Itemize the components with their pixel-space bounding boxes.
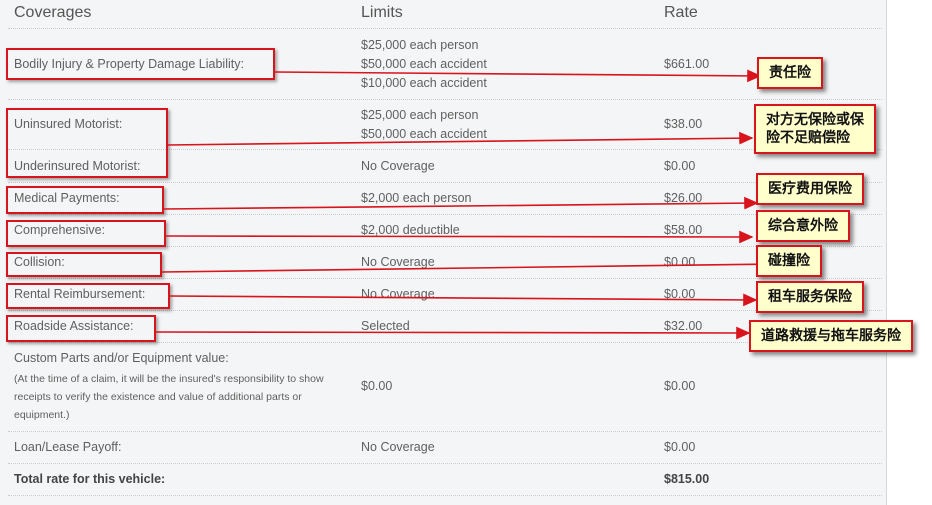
custom-parts-note: (At the time of a claim, it will be the … — [14, 373, 324, 385]
row-divider — [8, 278, 882, 279]
highlight-box-comprehensive — [6, 220, 166, 247]
limit-value: No Coverage — [361, 159, 435, 173]
annotation-medical: 医疗费用保险 — [756, 173, 864, 205]
highlight-box-collision — [6, 252, 162, 277]
limit-value: $10,000 each accident — [361, 76, 487, 90]
annotation-line: 险不足赔偿险 — [766, 130, 850, 146]
rate-value: $32.00 — [664, 319, 703, 333]
row-divider — [8, 495, 882, 496]
highlight-box-medical — [6, 186, 164, 214]
limit-value: No Coverage — [361, 255, 435, 269]
limit-value: $0.00 — [361, 379, 393, 393]
limit-value: $50,000 each accident — [361, 57, 487, 71]
highlight-box-rental — [6, 283, 170, 309]
custom-parts-note: equipment.) — [14, 409, 70, 421]
limit-value: No Coverage — [361, 440, 435, 454]
limit-value: $2,000 deductible — [361, 223, 460, 237]
rate-value: $0.00 — [664, 440, 696, 454]
row-divider — [8, 99, 882, 100]
header-coverages: Coverages — [14, 4, 92, 21]
limit-value: $50,000 each accident — [361, 127, 487, 141]
rate-value: $661.00 — [664, 57, 710, 71]
rate-value: $0.00 — [664, 159, 696, 173]
annotation-comprehensive: 综合意外险 — [756, 210, 850, 242]
row-divider — [8, 182, 882, 183]
rate-value: $58.00 — [664, 223, 703, 237]
row-divider — [8, 463, 882, 464]
custom-parts-note: receipts to verify the existence and val… — [14, 391, 302, 403]
row-divider — [8, 28, 882, 29]
row-divider — [8, 431, 882, 432]
limit-value: $25,000 each person — [361, 38, 479, 52]
coverage-label-custom-parts: Custom Parts and/or Equipment value: — [14, 351, 229, 365]
annotation-motorist: 对方无保险或保 险不足赔偿险 — [754, 104, 876, 154]
header-limits: Limits — [361, 4, 403, 21]
highlight-box-bodily-injury — [6, 48, 275, 80]
coverage-label-loan-lease: Loan/Lease Payoff: — [14, 440, 122, 454]
rate-value: $26.00 — [664, 191, 703, 205]
row-divider — [8, 214, 882, 215]
limit-value: $25,000 each person — [361, 108, 479, 122]
rate-value: $0.00 — [664, 255, 696, 269]
annotation-line: 对方无保险或保 — [766, 112, 864, 128]
annotation-liability: 责任险 — [757, 57, 823, 89]
highlight-box-roadside — [6, 315, 156, 342]
rate-value: $0.00 — [664, 287, 696, 301]
limit-value: No Coverage — [361, 287, 435, 301]
row-divider — [8, 310, 882, 311]
limit-value: Selected — [361, 319, 410, 333]
total-label: Total rate for this vehicle: — [14, 472, 166, 486]
limit-value: $2,000 each person — [361, 191, 472, 205]
annotation-rental: 租车服务保险 — [756, 281, 864, 313]
header-rate: Rate — [664, 4, 698, 21]
rate-value: $0.00 — [664, 379, 696, 393]
annotation-roadside: 道路救援与拖车服务险 — [749, 320, 913, 352]
annotation-collision: 碰撞险 — [756, 245, 822, 277]
total-rate: $815.00 — [664, 472, 710, 486]
rate-value: $38.00 — [664, 117, 703, 131]
highlight-box-motorist — [6, 108, 168, 178]
